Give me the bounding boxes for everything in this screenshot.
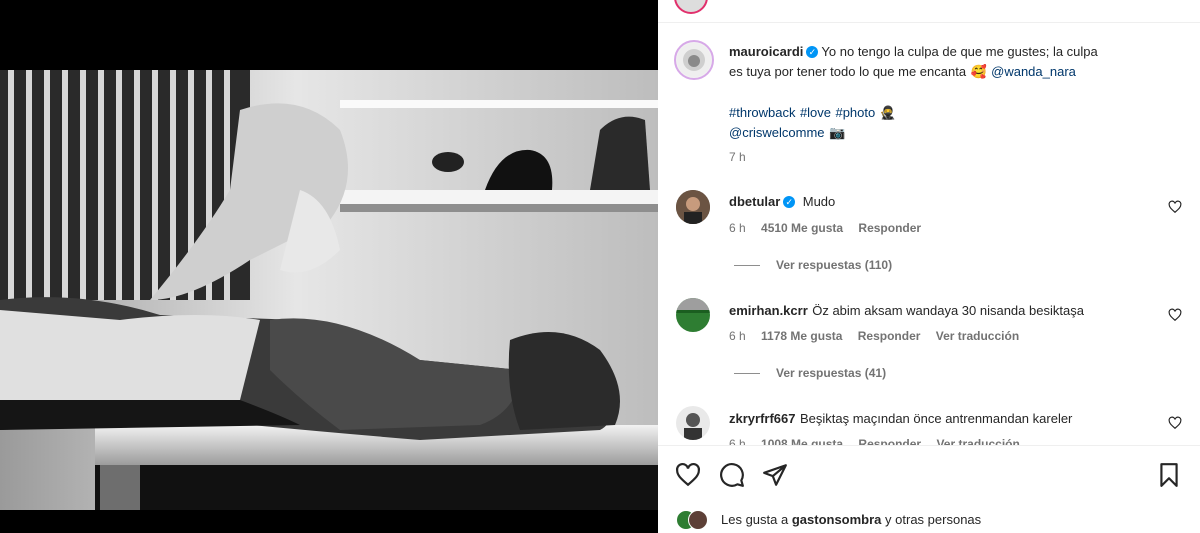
liker-avatar	[688, 510, 708, 530]
translate-button[interactable]: Ver traducción	[936, 329, 1019, 343]
hashtag[interactable]: #photo	[835, 105, 875, 120]
comment-time[interactable]: 6 h	[729, 329, 746, 343]
comment-text: Öz abim aksam wandaya 30 nisanda besikta…	[812, 303, 1084, 318]
hashtags: #throwback #love #photo 🥷 @criswelcomme …	[729, 103, 1200, 143]
liked-by-text: Les gusta a gastonsombra y otras persona…	[721, 512, 981, 527]
hashtag[interactable]: #throwback	[729, 105, 795, 120]
post-side-panel: mauroicardi ✓ Yo no tengo la culpa de que …	[658, 0, 1200, 533]
action-bar: Les gusta a gastonsombra y otras persona…	[658, 445, 1200, 533]
credit-mention[interactable]: @criswelcomme	[729, 125, 825, 140]
reply-button[interactable]: Responder	[858, 329, 921, 343]
view-replies-2[interactable]: Ver respuestas (41)	[734, 366, 1200, 380]
bookmark-icon[interactable]	[1156, 462, 1182, 488]
post-photo-pane	[0, 0, 658, 533]
comment-time[interactable]: 6 h	[729, 221, 746, 235]
comment-avatar[interactable]	[676, 190, 710, 224]
heart-icon[interactable]	[675, 462, 701, 488]
post-photo-image	[0, 70, 658, 510]
small-heart-icon[interactable]	[1168, 308, 1182, 322]
caption-username[interactable]: mauroicardi	[729, 44, 803, 59]
caption-line1: Yo no tengo la culpa de que me gustes; l…	[821, 44, 1098, 59]
post-photo[interactable]	[0, 70, 658, 510]
likes-suffix[interactable]: y otras personas	[885, 512, 981, 527]
comment-text: Beşiktaş maçından önce antrenmandan kare…	[799, 411, 1073, 426]
comment-icon[interactable]	[719, 462, 745, 488]
hashtag[interactable]: #love	[800, 105, 831, 120]
comment-likes[interactable]: 4510 Me gusta	[761, 221, 843, 235]
caption: mauroicardi ✓ Yo no tengo la culpa de que …	[729, 42, 1170, 82]
liked-by-avatars[interactable]	[676, 508, 716, 530]
likes-prefix: Les gusta a	[721, 512, 789, 527]
small-heart-icon[interactable]	[1168, 200, 1182, 214]
person-avatar-icon	[676, 406, 710, 440]
share-icon[interactable]	[762, 462, 788, 488]
likes-user[interactable]: gastonsombra	[792, 512, 882, 527]
comment-username[interactable]: zkryrfrf667	[729, 411, 796, 426]
view-replies-label[interactable]: Ver respuestas (41)	[776, 366, 886, 380]
view-replies-label[interactable]: Ver respuestas (110)	[776, 258, 892, 272]
comment-1-text-row: dbetular ✓ Mudo	[729, 193, 1200, 211]
comment-3-text-row: zkryrfrf667 Beşiktaş maçından önce antre…	[729, 410, 1200, 428]
comment-text: Mudo	[802, 194, 836, 209]
replies-line	[734, 373, 760, 375]
comment-2-text-row: emirhan.kcrr Öz abim aksam wandaya 30 ni…	[729, 302, 1200, 320]
stadium-avatar-icon	[676, 298, 710, 332]
comment-likes[interactable]: 1178 Me gusta	[761, 329, 842, 343]
verified-icon: ✓	[783, 196, 796, 208]
post-time[interactable]: 7 h	[729, 150, 1200, 164]
caption-emoji: 🥰	[970, 64, 987, 79]
small-heart-icon[interactable]	[1168, 416, 1182, 430]
replies-line	[734, 265, 760, 267]
caption-line2: es tuya por tener todo lo que me encanta	[729, 64, 967, 79]
author-avatar[interactable]	[674, 40, 714, 80]
header-divider	[658, 22, 1200, 23]
header-avatar[interactable]	[674, 0, 708, 14]
comment-username[interactable]: emirhan.kcrr	[729, 303, 808, 318]
view-replies-1[interactable]: Ver respuestas (110)	[734, 258, 1200, 272]
person-avatar-icon	[676, 190, 710, 224]
verified-icon: ✓	[806, 46, 819, 58]
comment-1-meta: 6 h 4510 Me gusta Responder	[729, 221, 1200, 235]
comment-username[interactable]: dbetular	[729, 194, 780, 209]
hashtag-emoji: 🥷	[879, 105, 896, 120]
comment-2-meta: 6 h 1178 Me gusta Responder Ver traducci…	[729, 329, 1200, 343]
lion-avatar-icon	[677, 43, 711, 77]
comment-avatar[interactable]	[676, 406, 710, 440]
credit-emoji: 📷	[829, 125, 846, 140]
reply-button[interactable]: Responder	[858, 221, 921, 235]
comment-avatar[interactable]	[676, 298, 710, 332]
caption-mention[interactable]: @wanda_nara	[991, 64, 1076, 79]
